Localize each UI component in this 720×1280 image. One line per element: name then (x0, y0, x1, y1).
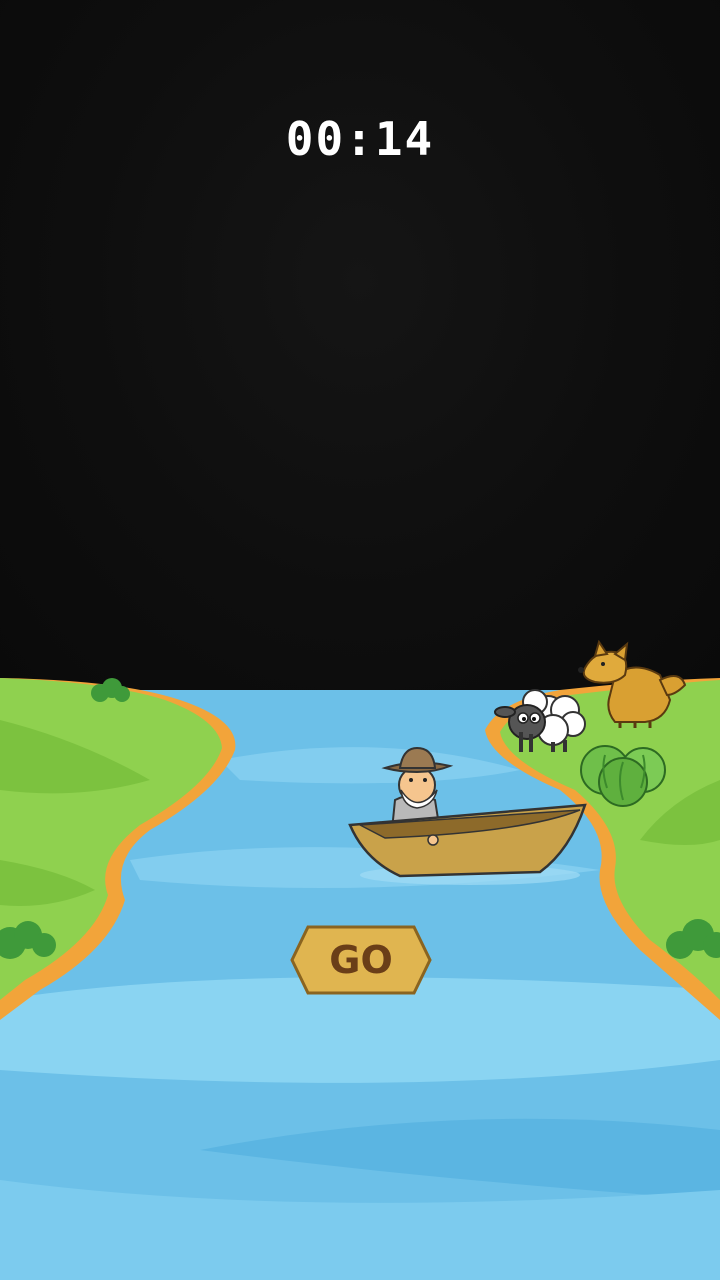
wolf-character[interactable] (575, 640, 690, 730)
go-button[interactable]: GO (290, 925, 432, 995)
go-button-label: GO (329, 938, 393, 982)
night-sky-background (0, 0, 720, 700)
cabbage-item[interactable] (575, 740, 675, 808)
timer-display: 00:14 (285, 112, 435, 166)
farmer-boat[interactable] (345, 740, 590, 890)
